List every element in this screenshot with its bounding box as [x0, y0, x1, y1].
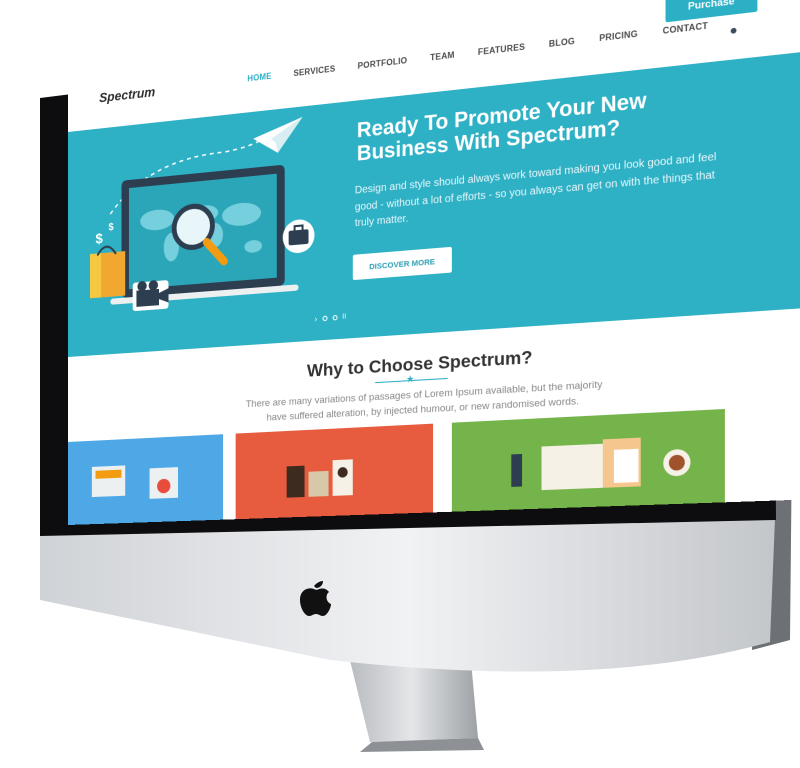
slider-pause-icon[interactable]: II: [342, 313, 346, 321]
shopping-bag-icon: [90, 245, 126, 299]
slider-next-arrow-icon[interactable]: ›: [315, 314, 318, 324]
paper-plane-icon: [253, 116, 303, 156]
hero-text: Design and style should always work towa…: [354, 151, 717, 230]
hero-illustration: $ $: [90, 116, 315, 312]
card-3-illustration: [511, 437, 691, 491]
site-logo[interactable]: Spectrum: [99, 84, 155, 106]
nav-item-features[interactable]: FEATURES: [478, 42, 525, 57]
card-2-illustration: [286, 459, 353, 498]
purchase-button[interactable]: Purchase: [665, 0, 758, 23]
search-icon[interactable]: [730, 27, 737, 34]
nav-item-services[interactable]: SERVICES: [293, 64, 335, 78]
nav-item-blog[interactable]: BLOG: [549, 36, 575, 49]
feature-card-1[interactable]: [68, 434, 224, 526]
dollar-icon: $: [96, 231, 103, 247]
discover-more-button[interactable]: DISCOVER MORE: [352, 246, 452, 281]
nav-item-team[interactable]: TEAM: [430, 50, 455, 62]
nav-item-home[interactable]: HOME: [247, 71, 271, 83]
briefcase-icon: [282, 218, 315, 255]
card-1-illustration: [91, 465, 178, 499]
slider-dot[interactable]: [332, 314, 338, 321]
slider-dot[interactable]: [322, 315, 328, 322]
star-icon: ★: [406, 373, 415, 385]
camera-icon: [132, 279, 169, 312]
website-screen: Spectrum HOME SERVICES PORTFOLIO TEAM FE…: [68, 0, 800, 526]
feature-card-3[interactable]: [451, 408, 725, 526]
feature-card-2[interactable]: [235, 423, 434, 526]
nav-item-portfolio[interactable]: PORTFOLIO: [358, 56, 408, 71]
slider-controls: › II: [315, 312, 347, 324]
nav-item-pricing[interactable]: PRICING: [599, 29, 638, 43]
nav-item-contact[interactable]: CONTACT: [663, 21, 708, 36]
svg-text:$: $: [108, 222, 114, 234]
